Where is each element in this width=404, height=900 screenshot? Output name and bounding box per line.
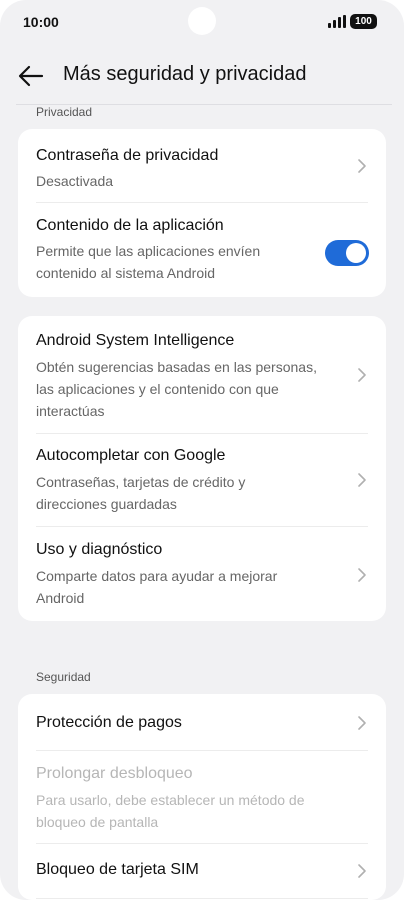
usage-row[interactable]: Uso y diagnóstico Comparte datos para ay… xyxy=(18,527,386,621)
payment-protection-row[interactable]: Protección de pagos xyxy=(18,694,386,750)
privacy-password-row[interactable]: Contraseña de privacidad Desactivada xyxy=(18,129,386,202)
extend-unlock-description: Para usarlo, debe establecer un método d… xyxy=(36,792,305,830)
autofill-description: Contraseñas, tarjetas de crédito y direc… xyxy=(36,474,246,512)
asi-row[interactable]: Android System Intelligence Obtén sugere… xyxy=(18,316,386,433)
extend-unlock-title: Prolongar desbloqueo xyxy=(36,765,193,782)
asi-description: Obtén sugerencias basadas en las persona… xyxy=(36,359,317,419)
sim-lock-row[interactable]: Bloqueo de tarjeta SIM xyxy=(18,844,386,900)
battery-level: 100 xyxy=(355,16,372,27)
extend-unlock-row: Prolongar desbloqueo Para usarlo, debe e… xyxy=(18,751,386,843)
autofill-title: Autocompletar con Google xyxy=(36,447,226,464)
usage-title: Uso y diagnóstico xyxy=(36,541,163,558)
chevron-right-icon xyxy=(358,473,366,487)
chevron-right-icon xyxy=(358,864,366,878)
status-time: 10:00 xyxy=(23,14,59,30)
battery-icon: 100 xyxy=(350,14,377,29)
back-arrow-icon[interactable] xyxy=(16,61,46,91)
status-bar: 10:00 100 xyxy=(0,0,404,48)
intelligence-card: Android System Intelligence Obtén sugere… xyxy=(18,316,386,621)
sim-lock-title: Bloqueo de tarjeta SIM xyxy=(36,861,199,878)
chevron-right-icon xyxy=(358,716,366,730)
app-bar: Más seguridad y privacidad xyxy=(0,52,404,102)
usage-description: Comparte datos para ayudar a mejorar And… xyxy=(36,568,278,606)
app-content-title: Contenido de la aplicación xyxy=(36,217,224,234)
section-label-security: Seguridad xyxy=(36,670,91,684)
page-title: Más seguridad y privacidad xyxy=(63,63,307,85)
chevron-right-icon xyxy=(358,368,366,382)
row-divider xyxy=(36,898,368,899)
privacy-password-title: Contraseña de privacidad xyxy=(36,147,219,164)
chevron-right-icon xyxy=(358,568,366,582)
privacy-card: Contraseña de privacidad Desactivada Con… xyxy=(18,129,386,297)
toggle-knob xyxy=(346,243,366,263)
section-label-privacy: Privacidad xyxy=(36,105,93,119)
app-content-toggle[interactable] xyxy=(325,240,369,266)
chevron-right-icon xyxy=(358,159,366,173)
app-content-description: Permite que las aplicaciones envíen cont… xyxy=(36,243,261,281)
settings-screen: 10:00 100 Más seguridad y privacidad Pri… xyxy=(0,0,404,900)
autofill-row[interactable]: Autocompletar con Google Contraseñas, ta… xyxy=(18,434,386,526)
signal-icon xyxy=(328,15,346,28)
asi-title: Android System Intelligence xyxy=(36,332,235,349)
security-card: Protección de pagos Prolongar desbloqueo… xyxy=(18,694,386,900)
privacy-password-status: Desactivada xyxy=(36,173,114,189)
payment-protection-title: Protección de pagos xyxy=(36,714,182,731)
camera-cutout xyxy=(188,7,216,35)
